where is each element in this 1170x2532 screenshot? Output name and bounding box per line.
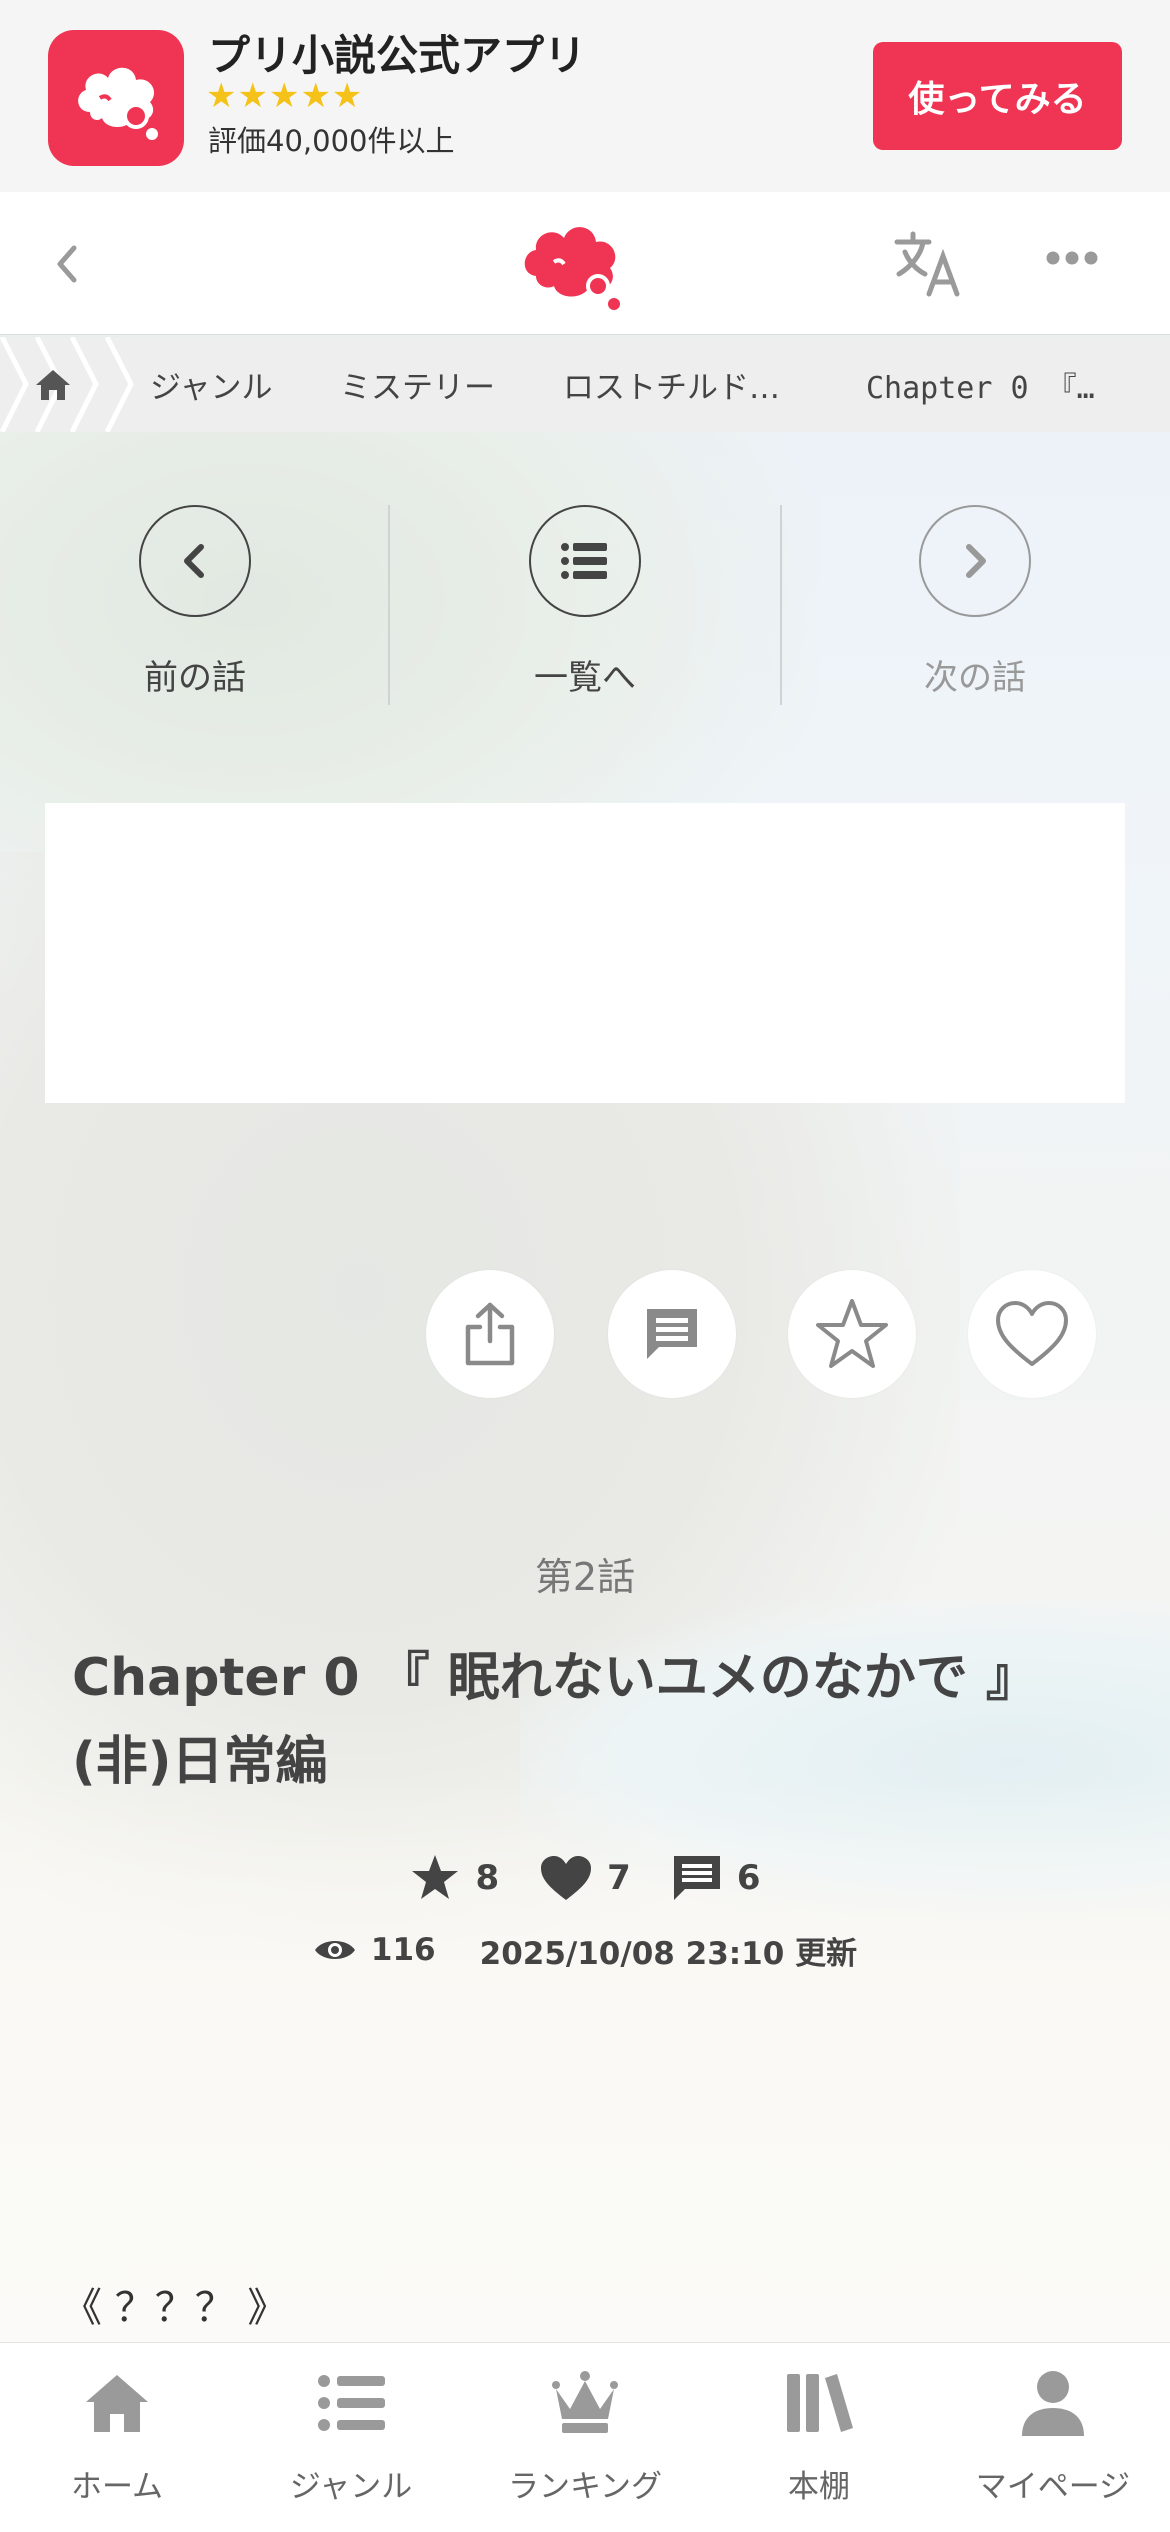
list-icon (318, 2375, 385, 2431)
app-icon[interactable] (48, 30, 184, 166)
site-logo[interactable] (520, 216, 626, 316)
breadcrumb-home[interactable] (34, 337, 72, 432)
heart-filled-icon (541, 1856, 592, 1900)
tab-genre-label: ジャンル (289, 2469, 413, 2505)
episode-title: Chapter 0 『 眠れないユメのなかで 』(非)日常編 (72, 1648, 1038, 1792)
breadcrumb: ジャンル ミステリー ロストチルド… Chapter 0 『… (0, 337, 1170, 432)
translate-button[interactable] (893, 230, 963, 302)
app-name: プリ小説公式アプリ (208, 31, 587, 80)
breadcrumb-item-episode: Chapter 0 『… (866, 370, 1095, 406)
list-circle (529, 505, 641, 617)
next-episode-label: 次の話 (924, 658, 1026, 698)
share-button[interactable] (426, 1270, 554, 1398)
updated-date: 2025/10/08 23:10 更新 (479, 1935, 858, 1972)
episode-number: 第2話 (534, 1555, 636, 1599)
episode-navigation: 前の話 一覧へ 次の話 (0, 490, 1170, 720)
story-body-start: 《 ？？？ 》 (62, 2285, 288, 2331)
user-icon (1022, 2371, 1084, 2436)
tab-mypage-label: マイページ (975, 2469, 1131, 2505)
comment-count: 6 (671, 1853, 761, 1903)
episode-list-label: 一覧へ (534, 658, 636, 698)
use-app-button[interactable]: 使ってみる (873, 42, 1122, 150)
crown-icon (552, 2371, 618, 2433)
breadcrumb-separator (0, 337, 29, 432)
translate-icon (894, 231, 960, 297)
bottom-tab-bar: ホーム ジャンル ランキング 本棚 マイページ (0, 2342, 1170, 2532)
share-icon (465, 1302, 515, 1366)
view-count: 116 (313, 1932, 436, 1968)
more-dots-icon (1046, 251, 1098, 265)
star-count-value: 8 (475, 1858, 500, 1898)
comment-button[interactable] (608, 1270, 736, 1398)
back-button[interactable] (44, 236, 94, 292)
star-icon (816, 1299, 888, 1368)
like-count: 7 (539, 1854, 631, 1902)
heart-icon (996, 1301, 1068, 1366)
app-promo-banner: プリ小説公式アプリ ★★★★★ 評価40,000件以上 使ってみる (0, 0, 1170, 192)
star-count: 8 (409, 1853, 499, 1903)
episode-meta: 116 2025/10/08 23:10 更新 (0, 1925, 1170, 1975)
prev-episode-button[interactable]: 前の話 (0, 490, 390, 720)
chevron-right-icon (966, 544, 986, 578)
comment-icon (647, 1309, 697, 1359)
chevron-left-icon (184, 544, 204, 578)
like-button[interactable] (968, 1270, 1096, 1398)
list-icon (561, 543, 607, 579)
chevron-left-icon (57, 245, 77, 283)
breadcrumb-item-novel[interactable]: ロストチルド… (563, 337, 780, 432)
favorite-button[interactable] (788, 1270, 916, 1398)
view-count-value: 116 (370, 1932, 436, 1968)
eye-icon (314, 1941, 355, 1959)
rating-stars: ★★★★★ (206, 76, 364, 116)
review-count: 評価40,000件以上 (208, 124, 455, 158)
tab-bookshelf-label: 本棚 (788, 2469, 850, 2505)
tab-ranking[interactable]: ランキング (468, 2343, 702, 2532)
breadcrumb-item-mystery[interactable]: ミステリー (340, 337, 495, 432)
like-count-value: 7 (607, 1858, 631, 1898)
home-icon (86, 2375, 148, 2432)
top-header (0, 192, 1170, 335)
home-icon (36, 369, 70, 400)
prev-circle (139, 505, 251, 617)
breadcrumb-separator (105, 337, 135, 432)
star-filled-icon (412, 1855, 459, 1899)
tab-ranking-label: ランキング (507, 2469, 663, 2505)
next-episode-button[interactable]: 次の話 (780, 490, 1170, 720)
episode-stats: 8 7 6 (0, 1848, 1170, 1908)
comment-filled-icon (673, 1856, 720, 1900)
tab-home-label: ホーム (70, 2469, 164, 2505)
prichat-cloud-logo (524, 227, 620, 310)
tab-bookshelf[interactable]: 本棚 (702, 2343, 936, 2532)
tab-home[interactable]: ホーム (0, 2343, 234, 2532)
breadcrumb-item-genre[interactable]: ジャンル (150, 337, 272, 432)
prev-episode-label: 前の話 (144, 658, 246, 698)
tab-genre[interactable]: ジャンル (234, 2343, 468, 2532)
next-circle (919, 505, 1031, 617)
tab-mypage[interactable]: マイページ (936, 2343, 1170, 2532)
breadcrumb-separator (69, 337, 99, 432)
comment-count-value: 6 (736, 1858, 761, 1898)
cloud-logo-icon (78, 67, 158, 140)
ad-slot (45, 803, 1125, 1103)
bookshelf-icon (787, 2374, 853, 2432)
episode-list-button[interactable]: 一覧へ (390, 490, 780, 720)
more-menu-button[interactable] (1046, 250, 1098, 270)
